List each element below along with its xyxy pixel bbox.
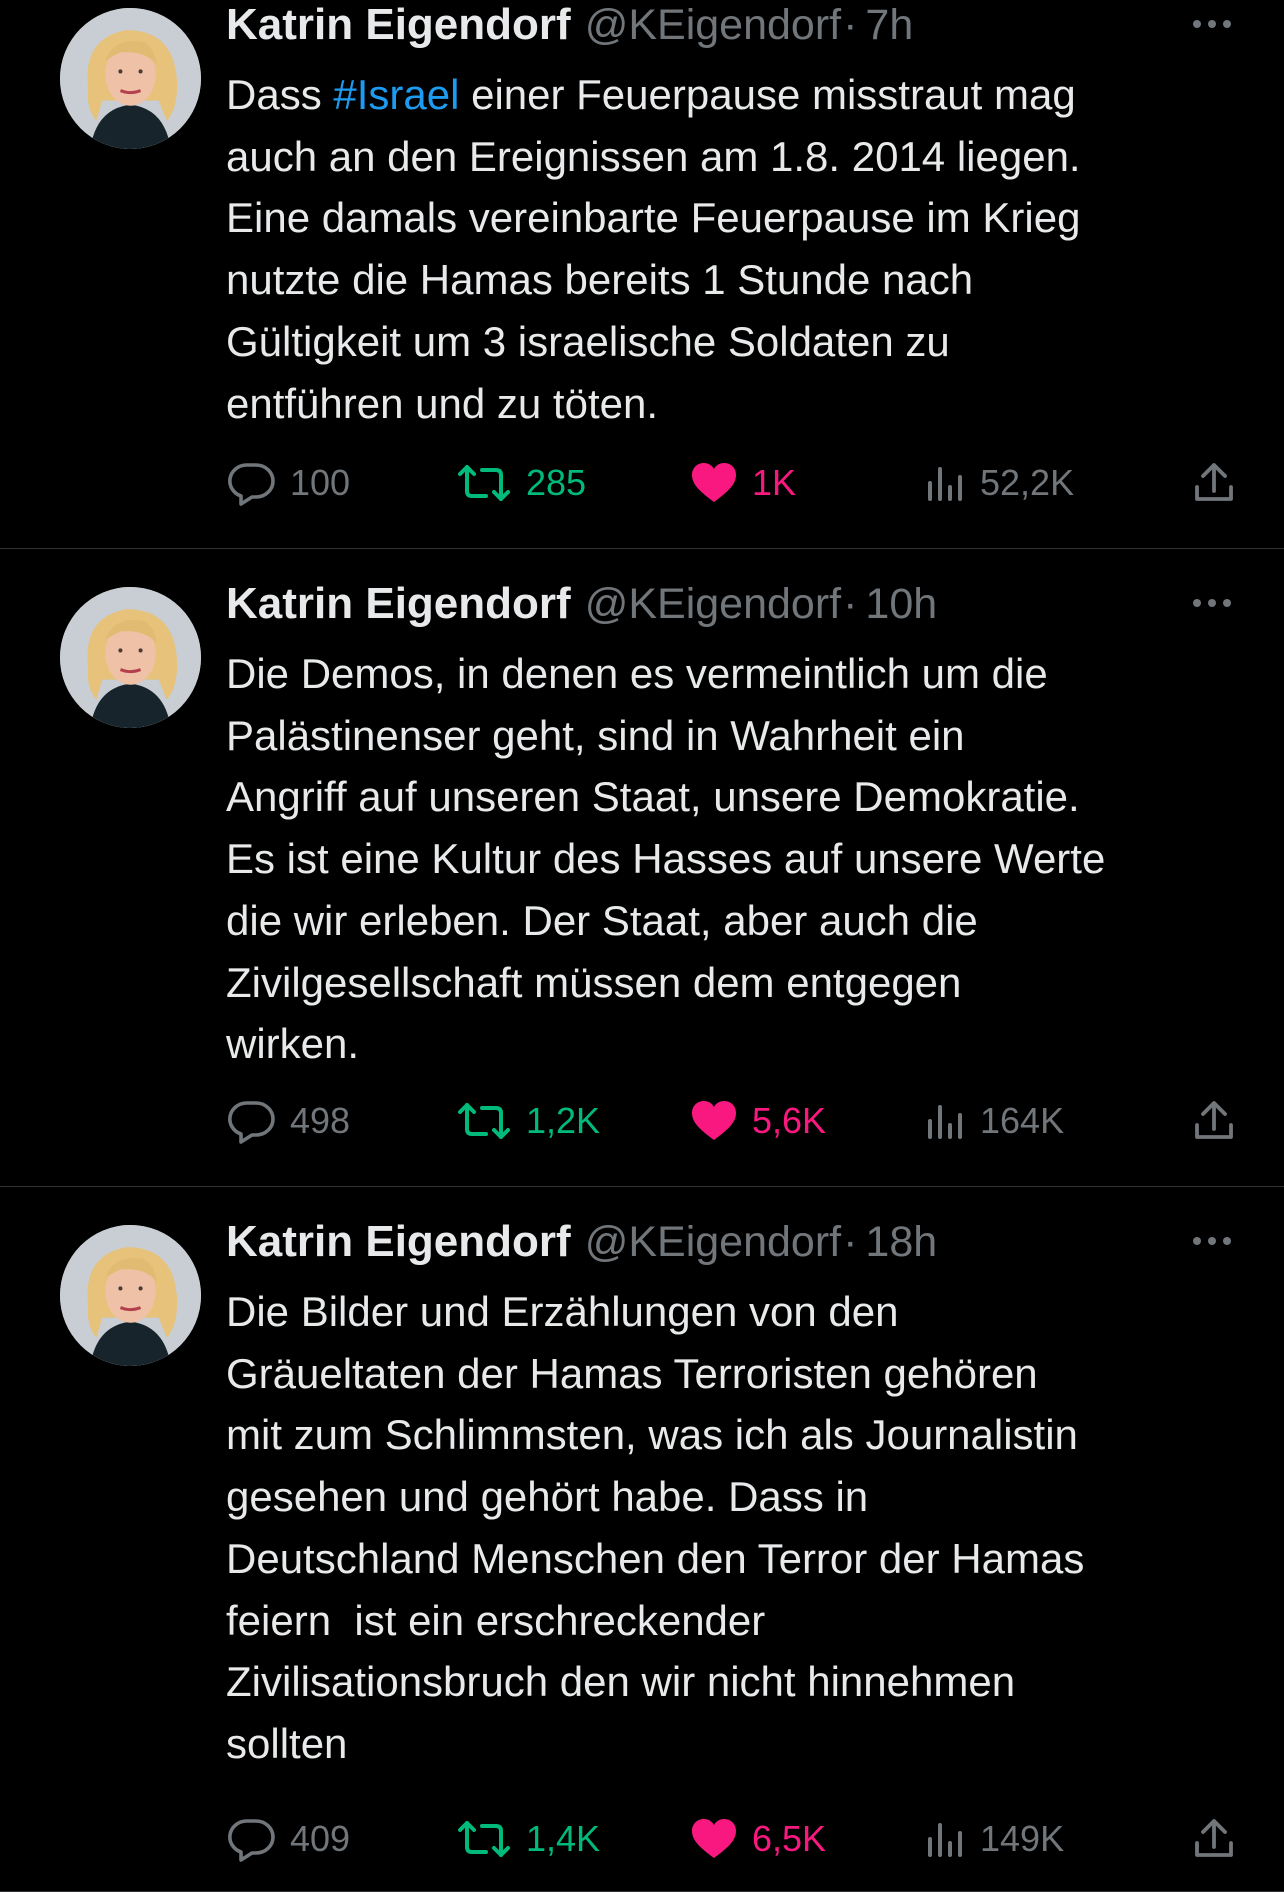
tweet-text-segment: Dass xyxy=(226,71,334,118)
tweet-text-line: auch an den Ereignissen am 1.8. 2014 lie… xyxy=(226,132,1081,180)
tweet-text-line: Die Demos, in denen es vermeintlich um d… xyxy=(226,650,1048,697)
retweet-icon xyxy=(458,1103,510,1139)
views-button[interactable]: 149K xyxy=(926,1809,1064,1869)
tweet-actions: 498 1,2K 5,6K 164K xyxy=(226,1091,1236,1151)
retweet-button[interactable]: 1,2K xyxy=(456,1091,600,1151)
tweet[interactable]: Katrin Eigendorf @KEigendorf · 10h Die D… xyxy=(0,549,1284,1187)
hashtag-link[interactable]: #Israel xyxy=(333,71,459,118)
reply-count: 498 xyxy=(290,1100,351,1141)
tweet-text-line: Zivilgesellschaft müssen dem entgegen xyxy=(226,958,962,1006)
retweet-count: 285 xyxy=(526,462,587,503)
reply-button[interactable]: 498 xyxy=(226,1091,350,1151)
like-button[interactable]: 1K xyxy=(690,453,796,513)
heart-icon xyxy=(692,463,736,502)
share-button[interactable] xyxy=(1192,1091,1236,1151)
tweet-text-line: sollten xyxy=(226,1719,348,1767)
reply-count: 409 xyxy=(290,1818,351,1859)
tweet-text-line: gesehen und gehört habe. Dass in xyxy=(226,1473,869,1521)
heart-icon xyxy=(692,1101,736,1140)
tweet-text-line: nutzte die Hamas bereits 1 Stunde nach xyxy=(226,256,974,304)
tweet[interactable]: Katrin Eigendorf @KEigendorf · 18h Die B… xyxy=(0,1187,1284,1892)
retweet-icon xyxy=(458,1821,510,1857)
tweet-text-line: Gültigkeit um 3 israelische Soldaten zu xyxy=(226,317,950,365)
retweet-button[interactable]: 285 xyxy=(456,453,586,513)
tweet-text-line: Dass #Israel einer Feuerpause misstraut … xyxy=(226,64,1236,126)
like-button[interactable]: 5,6K xyxy=(690,1091,826,1151)
retweet-count: 1,4K xyxy=(526,1818,601,1859)
share-icon xyxy=(1195,463,1233,501)
avatar[interactable] xyxy=(60,8,201,149)
more-options-icon[interactable] xyxy=(1190,593,1234,613)
tweet-actions: 100 285 1K 52,2K xyxy=(226,453,1236,513)
author-name[interactable]: Katrin Eigendorf xyxy=(226,1217,571,1267)
tweet[interactable]: Katrin Eigendorf @KEigendorf · 7h Dass #… xyxy=(0,0,1284,549)
views-chart-icon xyxy=(928,467,962,501)
like-count: 1K xyxy=(752,462,797,503)
author-name[interactable]: Katrin Eigendorf xyxy=(226,579,571,629)
author-handle[interactable]: @KEigendorf xyxy=(585,580,841,629)
tweet-text-line: Palästinenser geht, sind in Wahrheit ein xyxy=(226,711,965,759)
reply-icon xyxy=(228,1819,275,1862)
share-button[interactable] xyxy=(1192,453,1236,513)
avatar[interactable] xyxy=(60,587,201,728)
views-chart-icon xyxy=(928,1105,962,1139)
reply-button[interactable]: 100 xyxy=(226,453,350,513)
share-button[interactable] xyxy=(1192,1809,1236,1869)
tweet-text-line: Angriff auf unseren Staat, unsere Demokr… xyxy=(226,773,1080,821)
tweet-text: Die Demos, in denen es vermeintlich um d… xyxy=(226,643,1236,1075)
separator-dot: · xyxy=(843,580,858,628)
tweet-text-line: die wir erleben. Der Staat, aber auch di… xyxy=(226,896,978,944)
tweet-text-line: mit zum Schlimmsten, was ich als Journal… xyxy=(226,1411,1078,1459)
timestamp[interactable]: 18h xyxy=(865,1218,937,1267)
reply-count: 100 xyxy=(290,462,351,503)
tweet-text: Dass #Israel einer Feuerpause misstraut … xyxy=(226,64,1236,434)
like-count: 6,5K xyxy=(752,1818,827,1859)
more-options-icon[interactable] xyxy=(1190,1231,1234,1251)
tweet-text-line: Gräueltaten der Hamas Terroristen gehöre… xyxy=(226,1349,1038,1397)
views-count: 164K xyxy=(980,1100,1065,1141)
retweet-button[interactable]: 1,4K xyxy=(456,1809,600,1869)
views-chart-icon xyxy=(928,1823,962,1857)
separator-dot: · xyxy=(843,1,858,49)
tweet-text-line: Eine damals vereinbarte Feuerpause im Kr… xyxy=(226,194,1081,242)
share-icon xyxy=(1195,1101,1233,1139)
tweet-text-line: entführen und zu töten. xyxy=(226,379,658,427)
tweet-header: Katrin Eigendorf @KEigendorf · 18h xyxy=(226,1217,1234,1273)
views-button[interactable]: 164K xyxy=(926,1091,1064,1151)
like-count: 5,6K xyxy=(752,1100,827,1141)
retweet-count: 1,2K xyxy=(526,1100,601,1141)
tweet-text-segment: einer Feuerpause misstraut mag xyxy=(459,71,1076,118)
tweet-header: Katrin Eigendorf @KEigendorf · 7h xyxy=(226,0,1234,56)
timeline-feed: Katrin Eigendorf @KEigendorf · 7h Dass #… xyxy=(0,0,1284,1892)
views-count: 149K xyxy=(980,1818,1065,1859)
tweet-text-line: Die Bilder und Erzählungen von den xyxy=(226,1288,899,1335)
reply-icon xyxy=(228,463,275,506)
tweet-text-line: feiern ist ein erschreckender xyxy=(226,1596,766,1644)
views-count: 52,2K xyxy=(980,462,1075,503)
tweet-actions: 409 1,4K 6,5K 149K xyxy=(226,1809,1236,1869)
share-icon xyxy=(1195,1819,1233,1857)
tweet-text-line: Deutschland Menschen den Terror der Hama… xyxy=(226,1534,1085,1582)
tweet-text-line: Es ist eine Kultur des Hasses auf unsere… xyxy=(226,835,1106,883)
more-options-icon[interactable] xyxy=(1190,14,1234,34)
views-button[interactable]: 52,2K xyxy=(926,453,1074,513)
tweet-text-line: Zivilisationsbruch den wir nicht hinnehm… xyxy=(226,1658,1016,1706)
timestamp[interactable]: 7h xyxy=(865,1,913,50)
separator-dot: · xyxy=(843,1218,858,1266)
tweet-header: Katrin Eigendorf @KEigendorf · 10h xyxy=(226,579,1234,635)
author-handle[interactable]: @KEigendorf xyxy=(585,1,841,50)
heart-icon xyxy=(692,1819,736,1858)
author-name[interactable]: Katrin Eigendorf xyxy=(226,0,571,50)
tweet-text: Die Bilder und Erzählungen von den Gräue… xyxy=(226,1281,1236,1775)
author-handle[interactable]: @KEigendorf xyxy=(585,1218,841,1267)
retweet-icon xyxy=(458,465,510,501)
reply-button[interactable]: 409 xyxy=(226,1809,350,1869)
reply-icon xyxy=(228,1101,275,1144)
avatar[interactable] xyxy=(60,1225,201,1366)
timestamp[interactable]: 10h xyxy=(865,580,937,629)
like-button[interactable]: 6,5K xyxy=(690,1809,826,1869)
tweet-text-line: wirken. xyxy=(226,1020,360,1068)
